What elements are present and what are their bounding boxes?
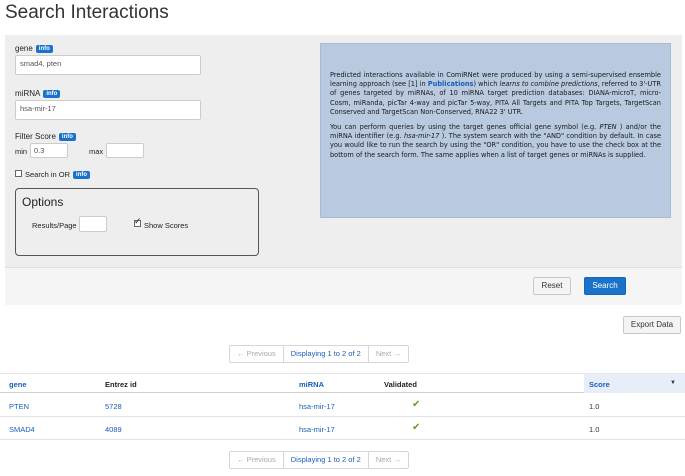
max-score-input[interactable] [106, 143, 144, 158]
search-or-checkbox[interactable] [15, 170, 22, 177]
description-emphasis: PTEN [599, 123, 617, 132]
previous-page-button[interactable]: ← Previous [230, 346, 283, 362]
table-row: SMAD4 4089 hsa-mir-17 ✔ 1.0 [0, 417, 685, 440]
row-mirna[interactable]: hsa-mir-17 [299, 402, 335, 411]
search-or-info-button[interactable]: info [73, 171, 91, 180]
row-score: 1.0 [589, 425, 600, 434]
row-mirna[interactable]: hsa-mir-17 [299, 425, 335, 434]
filter-score-label: Filter Score info [15, 132, 76, 141]
sort-caret-icon[interactable]: ▼ [670, 380, 676, 386]
mirna-label: miRNA info [15, 89, 61, 98]
check-icon: ✔ [412, 422, 421, 433]
column-header-score[interactable]: Score [589, 380, 610, 389]
table-header: gene Entrez id miRNA Validated Score ▼ [0, 373, 685, 393]
pagination-top: ← Previous Displaying 1 to 2 of 2 Next → [229, 345, 409, 363]
description-paragraph-2: You can perform queries by using the tar… [330, 123, 661, 160]
row-score: 1.0 [589, 402, 600, 411]
min-score-input[interactable]: 0.3 [30, 143, 68, 158]
description-paragraph-1: Predicted interactions available in Comi… [330, 71, 661, 117]
description-emphasis: hsa-mir-17 [403, 132, 440, 141]
pagination-bottom: ← Previous Displaying 1 to 2 of 2 Next → [229, 451, 409, 469]
results-per-page-label: Results/Page [32, 221, 77, 230]
gene-info-button[interactable]: info [35, 44, 53, 53]
row-entrez-id[interactable]: 5728 [105, 402, 122, 411]
gene-label: gene info [15, 44, 53, 53]
description-text: You can perform queries by using the tar… [330, 123, 600, 132]
description-panel: Predicted interactions available in Comi… [320, 43, 671, 218]
mirna-info-button[interactable]: info [43, 89, 61, 98]
row-gene[interactable]: PTEN [9, 402, 29, 411]
column-header-validated[interactable]: Validated [384, 380, 417, 389]
show-scores-label: Show Scores [144, 221, 189, 230]
row-entrez-id[interactable]: 4089 [105, 425, 122, 434]
description-emphasis: learns to combine predictions [499, 80, 598, 89]
options-panel: Options Results/Page Show Scores [15, 188, 259, 256]
gene-label-text: gene [15, 44, 33, 53]
max-score-label: max [89, 147, 104, 156]
search-form: gene info smad4, pten miRNA info hsa-mir-1… [5, 35, 682, 305]
row-gene[interactable]: SMAD4 [9, 425, 35, 434]
column-header-gene[interactable]: gene [9, 380, 27, 389]
page-status: Displaying 1 to 2 of 2 [282, 452, 369, 468]
filter-score-label-text: Filter Score [15, 132, 56, 141]
show-scores-checkbox[interactable] [134, 217, 142, 227]
next-page-button[interactable]: Next → [369, 452, 408, 468]
table-row: PTEN 5728 hsa-mir-17 ✔ 1.0 [0, 394, 685, 417]
mirna-input[interactable]: hsa-mir-17 [15, 100, 201, 120]
search-button[interactable]: Search [584, 277, 626, 295]
previous-page-button[interactable]: ← Previous [230, 452, 283, 468]
options-title: Options [22, 195, 64, 209]
results-per-page-input[interactable] [79, 216, 107, 232]
page-title: Search Interactions [5, 2, 169, 23]
form-actions: Reset Search [5, 267, 682, 305]
column-header-mirna[interactable]: miRNA [299, 380, 324, 389]
export-data-button[interactable]: Export Data [623, 316, 681, 334]
description-text: ) which [473, 80, 500, 89]
filter-score-info-button[interactable]: info [58, 132, 76, 141]
column-header-entrez[interactable]: Entrez id [105, 380, 137, 389]
search-or-label-text: Search in OR [25, 170, 71, 179]
reset-button[interactable]: Reset [533, 277, 571, 295]
mirna-label-text: miRNA [15, 89, 41, 98]
page-status: Displaying 1 to 2 of 2 [282, 346, 369, 362]
search-or-label: Search in OR info [25, 170, 91, 180]
publications-link[interactable]: Publications [428, 80, 474, 88]
min-score-label: min [15, 147, 28, 156]
gene-input[interactable]: smad4, pten [15, 55, 201, 75]
next-page-button[interactable]: Next → [369, 346, 408, 362]
search-form-body: gene info smad4, pten miRNA info hsa-mir-1… [5, 35, 682, 267]
check-icon: ✔ [412, 399, 421, 410]
